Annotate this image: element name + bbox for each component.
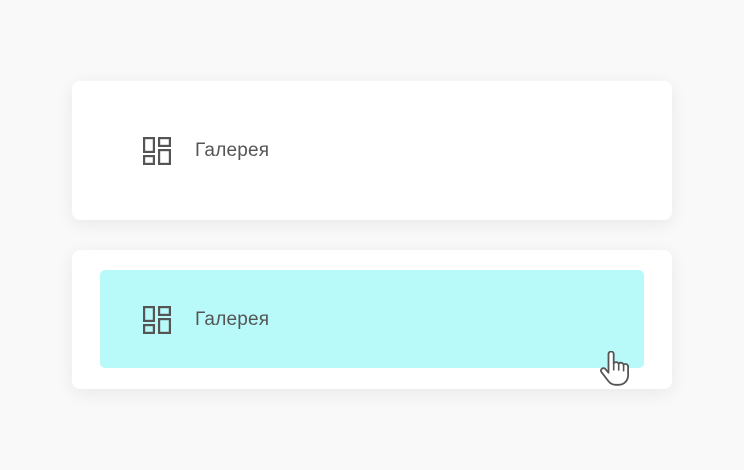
dashboard-icon [143, 306, 171, 334]
dashboard-icon [143, 137, 171, 165]
gallery-menu-item-hovered[interactable]: Галерея [100, 270, 644, 368]
menu-card-default: Галерея [72, 81, 672, 220]
gallery-menu-label: Галерея [195, 140, 270, 161]
gallery-menu-label: Галерея [195, 309, 270, 330]
gallery-menu-item[interactable]: Галерея [72, 81, 672, 220]
menu-card-hover: Галерея [72, 250, 672, 389]
